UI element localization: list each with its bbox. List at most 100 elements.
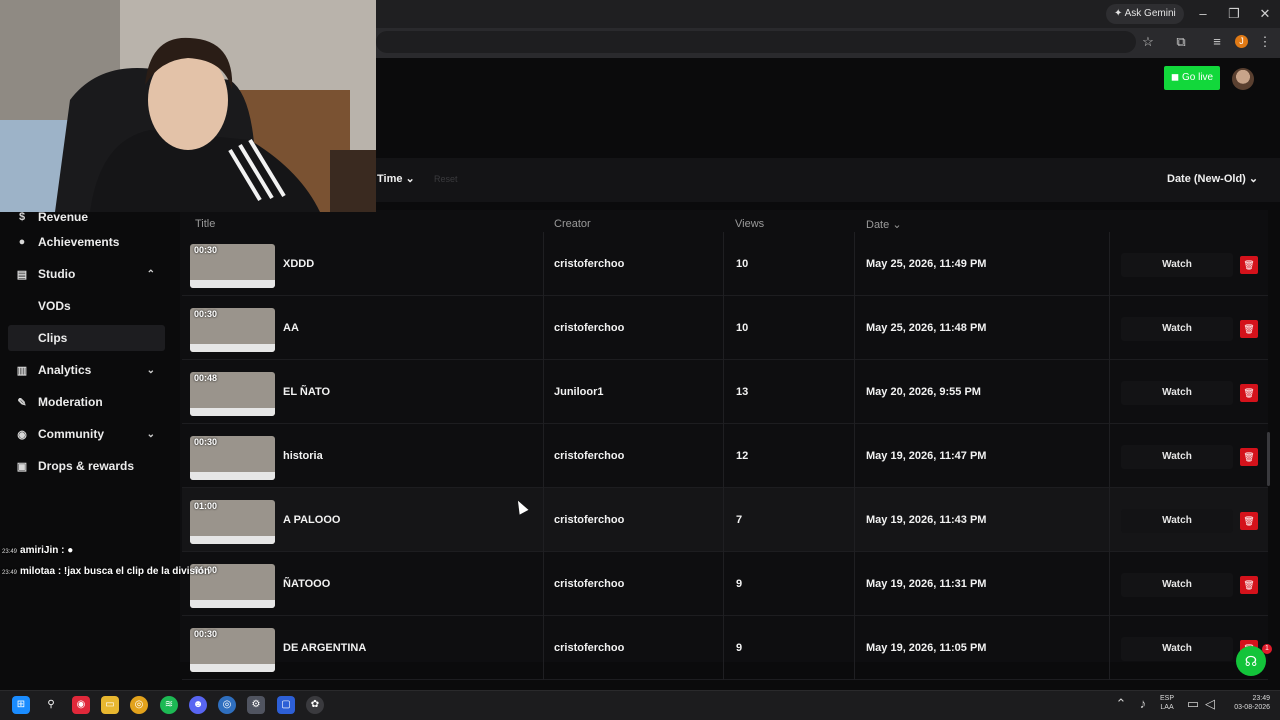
delete-button[interactable]: 🗑 xyxy=(1240,448,1258,466)
column-header-creator[interactable]: Creator xyxy=(554,218,591,230)
search-icon[interactable]: ⚲ xyxy=(42,696,60,714)
tray-overflow-icon[interactable]: ⌃ xyxy=(1110,694,1132,714)
restore-icon[interactable]: ❐ xyxy=(1223,4,1245,24)
column-divider xyxy=(543,552,544,616)
clip-thumbnail[interactable]: 00:30 xyxy=(190,628,275,672)
reset-filter-button[interactable]: Reset xyxy=(434,174,458,184)
settings-icon[interactable]: ⚙ xyxy=(247,696,265,714)
chrome-icon[interactable]: ◎ xyxy=(130,696,148,714)
chat-timestamp: 23:49 xyxy=(2,570,18,576)
volume-icon[interactable]: ◁ xyxy=(1199,694,1221,714)
sidebar-item-analytics[interactable]: ▥ Analytics ⌄ xyxy=(8,357,165,383)
bookmark-star-icon[interactable]: ☆ xyxy=(1137,32,1159,52)
clip-thumbnail[interactable]: 00:30 xyxy=(190,244,275,288)
clip-title[interactable]: historia xyxy=(283,450,323,462)
table-row[interactable]: 00:30 AA cristoferchoo 10 May 25, 2026, 11:4… xyxy=(182,296,1268,360)
watch-button[interactable]: Watch xyxy=(1121,317,1233,341)
file-explorer-icon[interactable]: ▭ xyxy=(101,696,119,714)
clip-title[interactable]: EL ÑATO xyxy=(283,386,330,398)
table-row[interactable]: 01:00 ÑATOOO cristoferchoo 9 May 19, 2026, 1… xyxy=(182,552,1268,616)
minimize-icon[interactable]: – xyxy=(1192,4,1214,24)
sidebar-item-vods[interactable]: VODs xyxy=(8,293,165,319)
app-icon-2[interactable]: ▢ xyxy=(277,696,295,714)
clip-title[interactable]: XDDD xyxy=(283,258,314,270)
watch-button[interactable]: Watch xyxy=(1121,445,1233,469)
column-divider xyxy=(1109,552,1110,616)
column-divider xyxy=(723,488,724,552)
language-indicator[interactable]: ESP LAA xyxy=(1160,694,1174,712)
table-row[interactable]: 00:30 DE ARGENTINA cristoferchoo 9 May 19, 2… xyxy=(182,616,1268,680)
clip-creator[interactable]: cristoferchoo xyxy=(554,450,624,462)
watch-button[interactable]: Watch xyxy=(1121,381,1233,405)
media-control-icon[interactable]: ≡ xyxy=(1206,32,1228,52)
column-divider xyxy=(1109,360,1110,424)
clip-thumbnail[interactable]: 00:48 xyxy=(190,372,275,416)
clip-title[interactable]: A PALOOO xyxy=(283,514,340,526)
delete-button[interactable]: 🗑 xyxy=(1240,256,1258,274)
time-filter-dropdown[interactable]: Time ⌄ xyxy=(377,172,415,185)
column-divider xyxy=(723,552,724,616)
table-row[interactable]: 01:00 A PALOOO cristoferchoo 7 May 19, 2026,… xyxy=(182,488,1268,552)
watch-button[interactable]: Watch xyxy=(1121,509,1233,533)
table-scrollbar[interactable] xyxy=(1267,432,1270,486)
clip-duration: 00:30 xyxy=(194,309,218,319)
clip-creator[interactable]: cristoferchoo xyxy=(554,258,624,270)
windows-start-icon[interactable]: ⊞ xyxy=(12,696,30,714)
app-icon[interactable]: ◉ xyxy=(72,696,90,714)
table-row[interactable]: 00:30 XDDD cristoferchoo 10 May 25, 2026, 11… xyxy=(182,232,1268,296)
extensions-icon[interactable]: ⧉ xyxy=(1170,32,1192,52)
ask-gemini-button[interactable]: ✦ Ask Gemini xyxy=(1106,4,1184,24)
discord-icon[interactable]: ☻ xyxy=(189,696,207,714)
delete-button[interactable]: 🗑 xyxy=(1240,512,1258,530)
clip-creator[interactable]: cristoferchoo xyxy=(554,642,624,654)
clip-duration: 00:48 xyxy=(194,373,218,383)
delete-button[interactable]: 🗑 xyxy=(1240,384,1258,402)
column-header-title[interactable]: Title xyxy=(195,218,215,230)
user-avatar[interactable] xyxy=(1232,68,1254,90)
browser-menu-icon[interactable]: ⋮ xyxy=(1254,32,1276,52)
delete-button[interactable]: 🗑 xyxy=(1240,320,1258,338)
browser-profile-avatar[interactable]: J xyxy=(1235,35,1248,48)
column-header-date[interactable]: Date ⌄ xyxy=(866,218,902,231)
clip-thumbnail[interactable]: 00:30 xyxy=(190,308,275,352)
sidebar-item-studio[interactable]: ▤ Studio ⌃ xyxy=(8,261,165,287)
clip-creator[interactable]: cristoferchoo xyxy=(554,322,624,334)
table-row[interactable]: 00:30 historia cristoferchoo 12 May 19, 2026… xyxy=(182,424,1268,488)
table-row[interactable]: 00:48 EL ÑATO Juniloor1 13 May 20, 2026, 9:5… xyxy=(182,360,1268,424)
sidebar-item-label: Analytics xyxy=(38,363,92,377)
spotify-icon[interactable]: ≋ xyxy=(160,696,178,714)
clip-thumbnail[interactable]: 00:30 xyxy=(190,436,275,480)
column-header-views[interactable]: Views xyxy=(735,218,764,230)
microphone-icon[interactable]: ♪ xyxy=(1132,694,1154,714)
address-bar[interactable] xyxy=(376,31,1136,53)
webcam-overlay xyxy=(0,0,376,212)
column-divider xyxy=(854,296,855,360)
app-icon-3[interactable]: ✿ xyxy=(306,696,324,714)
taskbar-clock[interactable]: 23:49 03-08-2026 xyxy=(1224,694,1270,712)
clip-creator[interactable]: cristoferchoo xyxy=(554,514,624,526)
close-icon[interactable]: ✕ xyxy=(1254,4,1276,24)
clip-views: 9 xyxy=(736,578,743,590)
chat-username: amiriJin xyxy=(20,545,59,556)
clip-creator[interactable]: cristoferchoo xyxy=(554,578,624,590)
watch-button[interactable]: Watch xyxy=(1121,637,1233,661)
sidebar-item-community[interactable]: ◉ Community ⌄ xyxy=(8,421,165,447)
watch-button[interactable]: Watch xyxy=(1121,253,1233,277)
chevron-down-icon: ⌄ xyxy=(405,173,415,185)
sidebar-item-label: Community xyxy=(38,427,104,441)
watch-button[interactable]: Watch xyxy=(1121,573,1233,597)
clip-creator[interactable]: Juniloor1 xyxy=(554,386,604,398)
sort-dropdown[interactable]: Date (New-Old) ⌄ xyxy=(1167,172,1258,185)
clip-date: May 20, 2026, 9:55 PM xyxy=(866,386,981,398)
sidebar-item-drops-rewards[interactable]: ▣ Drops & rewards xyxy=(8,453,165,479)
clip-title[interactable]: DE ARGENTINA xyxy=(283,642,366,654)
sidebar-item-moderation[interactable]: ✎ Moderation xyxy=(8,389,165,415)
go-live-button[interactable]: ◼ Go live xyxy=(1164,66,1220,90)
chrome-active-icon[interactable]: ◎ xyxy=(218,696,236,714)
clip-thumbnail[interactable]: 01:00 xyxy=(190,500,275,544)
clip-title[interactable]: ÑATOOO xyxy=(283,578,330,590)
delete-button[interactable]: 🗑 xyxy=(1240,576,1258,594)
sidebar-item-clips[interactable]: Clips xyxy=(8,325,165,351)
clip-title[interactable]: AA xyxy=(283,322,299,334)
sidebar-item-achievements[interactable]: ● Achievements xyxy=(8,229,165,255)
